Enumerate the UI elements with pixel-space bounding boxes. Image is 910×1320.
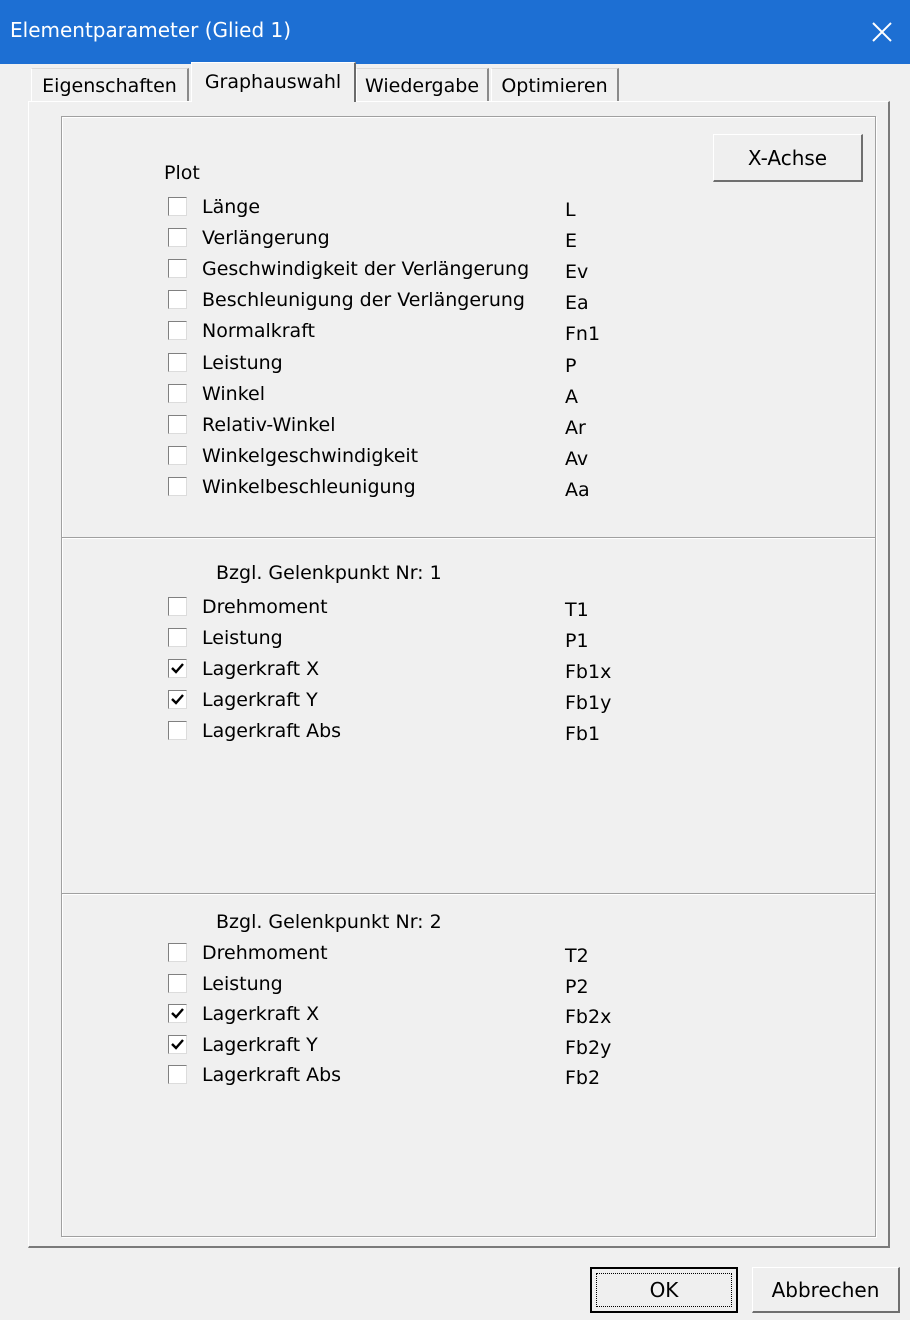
x-axis-button[interactable]: X-Achse <box>713 134 863 182</box>
ok-button[interactable]: OK <box>590 1267 738 1313</box>
checkbox-joint2-1[interactable] <box>168 974 187 993</box>
checkbox-label[interactable]: Winkelbeschleunigung <box>202 476 416 498</box>
checkbox-label[interactable]: Lagerkraft Y <box>202 689 318 711</box>
cancel-button-label: Abbrechen <box>771 1277 880 1302</box>
variable-abbreviation: E <box>565 230 578 252</box>
checkbox-label[interactable]: Normalkraft <box>202 320 315 342</box>
variable-abbreviation: P2 <box>565 976 589 998</box>
checkbox-label[interactable]: Lagerkraft Y <box>202 1034 318 1056</box>
variable-abbreviation: T2 <box>565 945 589 967</box>
joint1-title: Bzgl. Gelenkpunkt Nr: 1 <box>216 562 442 584</box>
checkbox-plot-0[interactable] <box>168 197 187 216</box>
ok-button-label: OK <box>649 1278 679 1302</box>
variable-abbreviation: Fb1 <box>565 723 601 745</box>
variable-abbreviation: Ar <box>565 417 586 439</box>
window-title: Elementparameter (Glied 1) <box>10 18 292 42</box>
checkbox-plot-6[interactable] <box>168 384 187 403</box>
tab-eigenschaften[interactable]: Eigenschaften <box>31 68 189 102</box>
title-bar: Elementparameter (Glied 1) <box>0 0 910 64</box>
variable-abbreviation: Av <box>565 448 589 470</box>
tab-label: Optimieren <box>501 75 608 97</box>
checkbox-label[interactable]: Drehmoment <box>202 596 328 618</box>
tab-optimieren[interactable]: Optimieren <box>491 68 619 102</box>
checkmark-icon <box>171 663 184 674</box>
checkbox-joint2-2[interactable] <box>168 1004 187 1023</box>
checkbox-joint2-4[interactable] <box>168 1065 187 1084</box>
tab-label: Eigenschaften <box>42 75 177 97</box>
checkbox-plot-7[interactable] <box>168 415 187 434</box>
checkbox-joint2-3[interactable] <box>168 1035 187 1054</box>
checkbox-label[interactable]: Lagerkraft Abs <box>202 1064 341 1086</box>
variable-abbreviation: Fb1y <box>565 692 612 714</box>
checkbox-joint1-0[interactable] <box>168 597 187 616</box>
variable-abbreviation: Aa <box>565 479 590 501</box>
checkbox-plot-1[interactable] <box>168 228 187 247</box>
checkbox-joint1-2[interactable] <box>168 659 187 678</box>
checkbox-plot-9[interactable] <box>168 477 187 496</box>
checkbox-label[interactable]: Drehmoment <box>202 942 328 964</box>
joint2-title: Bzgl. Gelenkpunkt Nr: 2 <box>216 911 442 933</box>
variable-abbreviation: Fb2x <box>565 1006 612 1028</box>
checkbox-label[interactable]: Lagerkraft X <box>202 1003 319 1025</box>
variable-abbreviation: P1 <box>565 630 589 652</box>
checkbox-label[interactable]: Leistung <box>202 627 283 649</box>
x-axis-button-label: X-Achse <box>747 145 828 170</box>
checkbox-label[interactable]: Verlängerung <box>202 227 330 249</box>
tab-label: Wiedergabe <box>364 75 480 97</box>
variable-abbreviation: Fb2 <box>565 1067 601 1089</box>
checkmark-icon <box>171 1008 184 1019</box>
checkbox-joint2-0[interactable] <box>168 943 187 962</box>
checkbox-label[interactable]: Winkelgeschwindigkeit <box>202 445 418 467</box>
variable-abbreviation: A <box>565 386 578 408</box>
variable-abbreviation: Fb1x <box>565 661 612 683</box>
checkbox-plot-4[interactable] <box>168 321 187 340</box>
checkbox-joint1-3[interactable] <box>168 690 187 709</box>
checkbox-plot-3[interactable] <box>168 290 187 309</box>
close-icon <box>872 22 892 42</box>
checkbox-label[interactable]: Beschleunigung der Verlängerung <box>202 289 525 311</box>
checkbox-plot-5[interactable] <box>168 353 187 372</box>
checkbox-label[interactable]: Leistung <box>202 352 283 374</box>
checkbox-label[interactable]: Winkel <box>202 383 265 405</box>
checkbox-label[interactable]: Länge <box>202 196 260 218</box>
checkmark-icon <box>171 1039 184 1050</box>
checkbox-plot-8[interactable] <box>168 446 187 465</box>
checkbox-plot-2[interactable] <box>168 259 187 278</box>
variable-abbreviation: Ev <box>565 261 589 283</box>
cancel-button[interactable]: Abbrechen <box>752 1267 900 1313</box>
checkbox-joint1-1[interactable] <box>168 628 187 647</box>
tab-label: Graphauswahl <box>204 71 342 93</box>
checkbox-label[interactable]: Relativ-Winkel <box>202 414 336 436</box>
variable-abbreviation: Fb2y <box>565 1037 612 1059</box>
joint1-group <box>61 537 876 894</box>
variable-abbreviation: L <box>565 199 576 221</box>
variable-abbreviation: P <box>565 355 577 377</box>
tab-graphauswahl[interactable]: Graphauswahl <box>191 62 356 102</box>
plot-title: Plot <box>164 162 200 184</box>
checkbox-label[interactable]: Geschwindigkeit der Verlängerung <box>202 258 529 280</box>
close-button[interactable] <box>854 0 910 64</box>
variable-abbreviation: T1 <box>565 599 589 621</box>
variable-abbreviation: Fn1 <box>565 323 601 345</box>
checkbox-label[interactable]: Lagerkraft X <box>202 658 319 680</box>
checkbox-label[interactable]: Leistung <box>202 973 283 995</box>
checkbox-joint1-4[interactable] <box>168 721 187 740</box>
tab-wiedergabe[interactable]: Wiedergabe <box>356 68 489 102</box>
variable-abbreviation: Ea <box>565 292 589 314</box>
checkbox-label[interactable]: Lagerkraft Abs <box>202 720 341 742</box>
checkmark-icon <box>171 694 184 705</box>
